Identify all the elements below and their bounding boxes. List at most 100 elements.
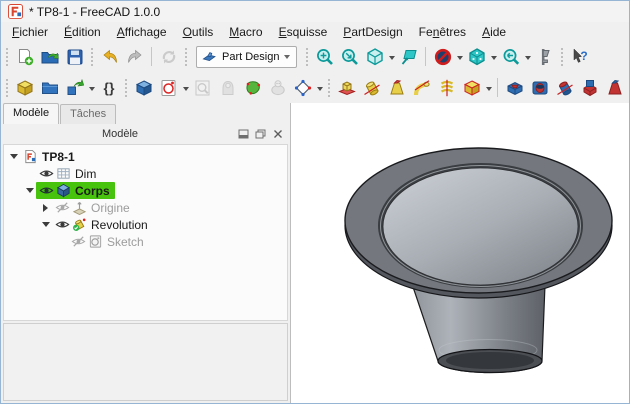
menu-macro[interactable]: Macro [221, 23, 270, 41]
menu-edition[interactable]: Édition [56, 23, 109, 41]
eye-open-icon[interactable] [39, 166, 54, 181]
menu-fenetres[interactable]: Fenêtres [411, 23, 474, 41]
panel-float-button[interactable] [252, 127, 269, 142]
tree-label: TP8-1 [40, 150, 77, 164]
toolbar-drag-handle[interactable] [5, 47, 9, 67]
freecad-window: * TP8-1 - FreeCAD 1.0.0 Fichier Édition … [0, 0, 630, 404]
hole-button[interactable] [527, 75, 552, 100]
menu-partdesign[interactable]: PartDesign [335, 23, 410, 41]
open-document-button[interactable] [37, 44, 62, 69]
toolbar-drag-handle[interactable] [327, 78, 331, 98]
eye-crossed-icon[interactable] [71, 234, 86, 249]
panel-close-button[interactable] [269, 127, 286, 142]
undo-icon [100, 47, 120, 67]
undo-button[interactable] [97, 44, 122, 69]
expander-icon[interactable] [39, 218, 52, 231]
make-link-dropdown[interactable] [87, 75, 96, 100]
save-document-button[interactable] [62, 44, 87, 69]
subtractive-pipe-icon [580, 78, 600, 98]
additive-pipe-button[interactable] [409, 75, 434, 100]
menu-outils[interactable]: Outils [175, 23, 222, 41]
reorient-sketch-button[interactable] [265, 75, 290, 100]
new-document-button[interactable] [12, 44, 37, 69]
subtractive-pipe-button[interactable] [577, 75, 602, 100]
zoom-tools-button[interactable] [498, 44, 523, 69]
create-sketch-dropdown[interactable] [181, 75, 190, 100]
create-body-button[interactable] [131, 75, 156, 100]
3d-viewport[interactable] [291, 103, 629, 403]
make-link-icon [65, 78, 85, 98]
refresh-button[interactable] [156, 44, 181, 69]
tree-row-body[interactable]: Corps [4, 182, 287, 199]
redo-button[interactable] [122, 44, 147, 69]
subtractive-loft-button[interactable] [602, 75, 627, 100]
view-isometric-dropdown[interactable] [387, 44, 396, 69]
create-sketch-button[interactable] [156, 75, 181, 100]
create-part-button[interactable] [12, 75, 37, 100]
merge-sketches-button[interactable] [215, 75, 240, 100]
menu-aide[interactable]: Aide [474, 23, 514, 41]
measure-button[interactable] [532, 44, 557, 69]
additive-primitive-dropdown[interactable] [484, 75, 493, 100]
box-zoom-button[interactable] [396, 44, 421, 69]
eye-crossed-icon[interactable] [55, 200, 70, 215]
expander-icon[interactable] [39, 204, 52, 212]
toolbar-drag-handle[interactable] [560, 47, 564, 67]
tree-row-revolution[interactable]: Revolution [4, 216, 287, 233]
view-cube-button[interactable] [464, 44, 489, 69]
fit-all-icon [315, 47, 335, 67]
tree-row-sketch[interactable]: Sketch [4, 233, 287, 250]
toolbar-drag-handle[interactable] [90, 47, 94, 67]
funnel-model[interactable] [345, 148, 612, 373]
draw-style-dropdown[interactable] [455, 44, 464, 69]
toolbar-drag-handle[interactable] [124, 78, 128, 98]
panel-dock-button[interactable] [235, 127, 252, 142]
property-panel[interactable] [3, 323, 288, 401]
tree-row-document[interactable]: TP8-1 [4, 148, 287, 165]
datum-tools-dropdown[interactable] [315, 75, 324, 100]
fit-selection-button[interactable] [337, 44, 362, 69]
toolbar-drag-handle[interactable] [5, 78, 9, 98]
pocket-button[interactable] [502, 75, 527, 100]
toolbar-drag-handle[interactable] [184, 47, 188, 67]
workbench-selector-value: Part Design [222, 51, 279, 63]
additive-loft-button[interactable] [384, 75, 409, 100]
tree-row-origin[interactable]: Origine [4, 199, 287, 216]
box-zoom-icon [399, 47, 419, 67]
zoom-tools-dropdown[interactable] [523, 44, 532, 69]
workbench-selector[interactable]: Part Design [196, 46, 297, 68]
view-isometric-button[interactable] [362, 44, 387, 69]
pad-button[interactable] [334, 75, 359, 100]
title-bar: * TP8-1 - FreeCAD 1.0.0 [1, 1, 629, 22]
fit-all-button[interactable] [312, 44, 337, 69]
body-icon [56, 183, 71, 198]
eye-open-icon[interactable] [39, 183, 54, 198]
draw-style-button[interactable] [430, 44, 455, 69]
eye-open-icon[interactable] [55, 217, 70, 232]
create-variable-set-icon: {} [99, 78, 119, 98]
validate-sketch-button[interactable] [190, 75, 215, 100]
additive-primitive-icon [462, 78, 482, 98]
view-cube-dropdown[interactable] [489, 44, 498, 69]
expander-icon[interactable] [23, 184, 36, 197]
expander-icon[interactable] [7, 150, 20, 163]
groove-button[interactable] [552, 75, 577, 100]
create-group-button[interactable] [37, 75, 62, 100]
datum-tools-button[interactable] [290, 75, 315, 100]
whats-this-button[interactable]: ? [567, 44, 592, 69]
revolution-button[interactable] [359, 75, 384, 100]
additive-primitive-button[interactable] [459, 75, 484, 100]
make-link-button[interactable] [62, 75, 87, 100]
menu-affichage[interactable]: Affichage [109, 23, 175, 41]
tree-row-dim[interactable]: Dim [4, 165, 287, 182]
additive-helix-button[interactable] [434, 75, 459, 100]
menu-fichier[interactable]: Fichier [4, 23, 56, 41]
tab-taches[interactable]: Tâches [60, 104, 116, 124]
toolbar-drag-handle[interactable] [305, 47, 309, 67]
measure-icon [535, 47, 555, 67]
menu-esquisse[interactable]: Esquisse [271, 23, 336, 41]
origin-icon [72, 200, 87, 215]
tab-modele[interactable]: Modèle [3, 103, 59, 124]
create-variable-set-button[interactable]: {} [96, 75, 121, 100]
map-sketch-to-face-button[interactable] [240, 75, 265, 100]
